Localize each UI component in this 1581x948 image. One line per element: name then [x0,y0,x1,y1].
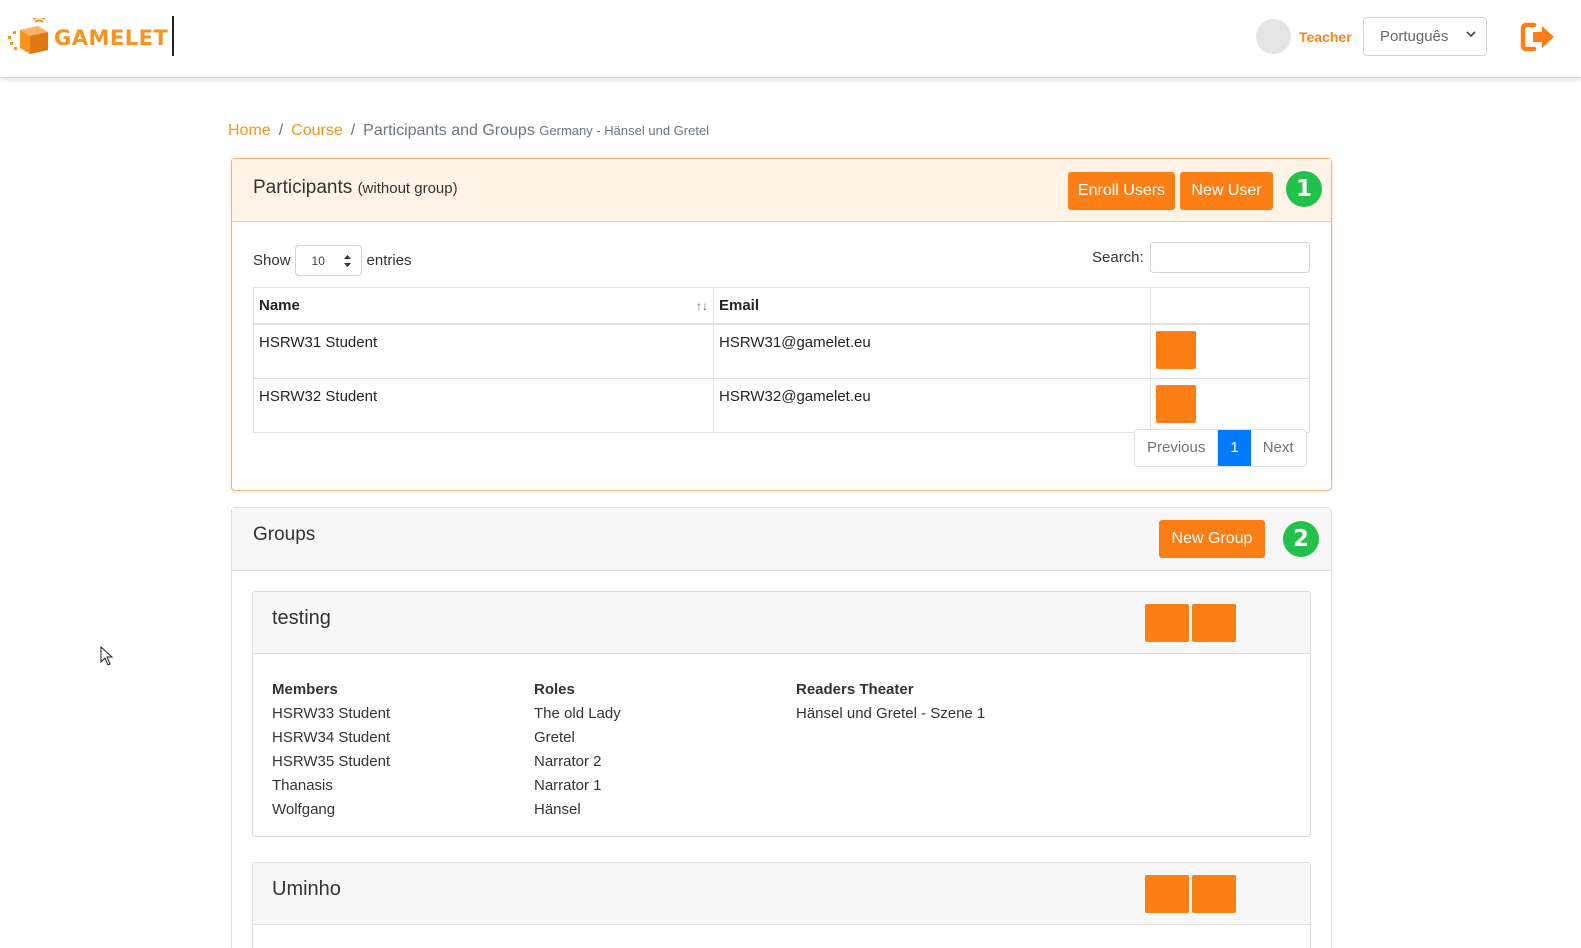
step-badge-1: 1 [1286,171,1322,207]
breadcrumb: Home / Course / Participants and Groups Germ… [228,122,709,140]
group-name: Uminho [272,878,341,900]
entries-length-control: Show 10 entries [253,245,412,276]
column-header-name-label: Name [259,297,300,314]
group-card: testing Members HSRW33 Student HSRW34 St… [252,591,1311,837]
language-select[interactable]: Português [1363,17,1487,56]
column-header-name[interactable]: Name ↑↓ [253,287,714,325]
member-item: HSRW34 Student [272,729,391,746]
new-group-button[interactable]: New Group [1159,520,1265,558]
participant-name: HSRW31 Student [253,323,714,379]
group-edit-button[interactable] [1145,875,1189,913]
group-delete-button[interactable] [1192,604,1236,642]
language-select-value: Português [1380,28,1449,45]
column-header-actions [1150,287,1310,325]
table-row: HSRW31 Student HSRW31@gamelet.eu [253,323,1310,379]
participant-email: HSRW32@gamelet.eu [713,378,1151,433]
search-label: Search: [1092,249,1144,266]
member-item: HSRW35 Student [272,753,391,770]
participants-title-text: Participants [253,177,353,198]
role-item: Narrator 2 [534,753,602,770]
column-header-email[interactable]: Email [713,287,1151,325]
participant-actions-cell [1150,323,1310,379]
entries-label: entries [366,252,412,269]
mouse-cursor-icon [100,646,114,666]
participants-card-header: Participants (without group) Enroll User… [232,159,1331,222]
group-delete-button[interactable] [1192,875,1236,913]
group-header: Uminho [253,863,1310,925]
role-item: Hänsel [534,801,581,818]
readers-theater-heading: Readers Theater [796,681,914,698]
breadcrumb-separator: / [350,122,356,139]
user-name[interactable]: Teacher [1299,29,1352,45]
new-user-button[interactable]: New User [1180,172,1273,210]
participant-email: HSRW31@gamelet.eu [713,323,1151,379]
pagination-page-1[interactable]: 1 [1218,430,1251,466]
breadcrumb-course[interactable]: Course [291,122,343,139]
enroll-users-button[interactable]: Enroll Users [1068,172,1175,210]
roles-heading: Roles [534,681,575,698]
entries-select[interactable]: 10 [294,245,362,276]
top-navbar: GAMELET Teacher Português [0,0,1581,78]
breadcrumb-home[interactable]: Home [228,122,271,139]
gamelet-logo[interactable]: GAMELET [8,17,168,57]
breadcrumb-course-subtitle: Germany - Hänsel und Gretel [539,123,710,138]
group-card: Uminho [252,862,1311,948]
sort-updown-icon [343,255,351,267]
participants-table: Name ↑↓ Email HSRW31 Student HSRW31@game… [253,287,1310,433]
show-label: Show [253,252,291,269]
logout-icon[interactable] [1520,20,1556,54]
entries-select-value: 10 [311,254,325,268]
gamelet-logo-icon [8,18,48,54]
step-badge-2: 2 [1283,521,1319,557]
group-theater-column: Readers Theater Hänsel und Gretel - Szen… [796,678,985,726]
groups-card: Groups New Group 2 testing Members HSRW3… [231,507,1332,948]
participant-action-button[interactable] [1156,331,1196,369]
participant-actions-cell [1150,378,1310,433]
participant-name: HSRW32 Student [253,378,714,433]
sort-icon[interactable]: ↑↓ [696,299,708,313]
search-input[interactable] [1150,242,1310,273]
breadcrumb-separator: / [278,122,284,139]
logo-divider [172,16,174,56]
brand-name: GAMELET [54,26,169,50]
member-item: HSRW33 Student [272,705,391,722]
groups-card-header: Groups New Group 2 [232,508,1331,571]
breadcrumb-current: Participants and Groups [363,122,535,139]
table-row: HSRW32 Student HSRW32@gamelet.eu [253,378,1310,433]
participants-card: Participants (without group) Enroll User… [231,158,1332,491]
pagination-next[interactable]: Next [1250,430,1306,466]
group-header: testing [253,592,1310,654]
group-roles-column: Roles The old Lady Gretel Narrator 2 Nar… [534,678,621,822]
members-heading: Members [272,681,338,698]
member-item: Thanasis [272,777,333,794]
role-item: The old Lady [534,705,621,722]
group-edit-button[interactable] [1145,604,1189,642]
group-name: testing [272,607,331,629]
groups-title: Groups [253,524,316,545]
participant-action-button[interactable] [1156,385,1196,423]
table-header-row: Name ↑↓ Email [253,287,1310,325]
avatar[interactable] [1256,19,1291,54]
role-item: Narrator 1 [534,777,602,794]
participants-title: Participants (without group) [253,177,458,199]
role-item: Gretel [534,729,575,746]
chevron-down-icon [1466,31,1476,38]
group-members-column: Members HSRW33 Student HSRW34 Student HS… [272,678,390,822]
pagination-previous[interactable]: Previous [1135,430,1219,466]
readers-theater-item: Hänsel und Gretel - Szene 1 [796,705,986,722]
participants-title-note: (without group) [357,180,458,197]
member-item: Wolfgang [272,801,336,818]
pagination: Previous 1 Next [1134,429,1307,467]
